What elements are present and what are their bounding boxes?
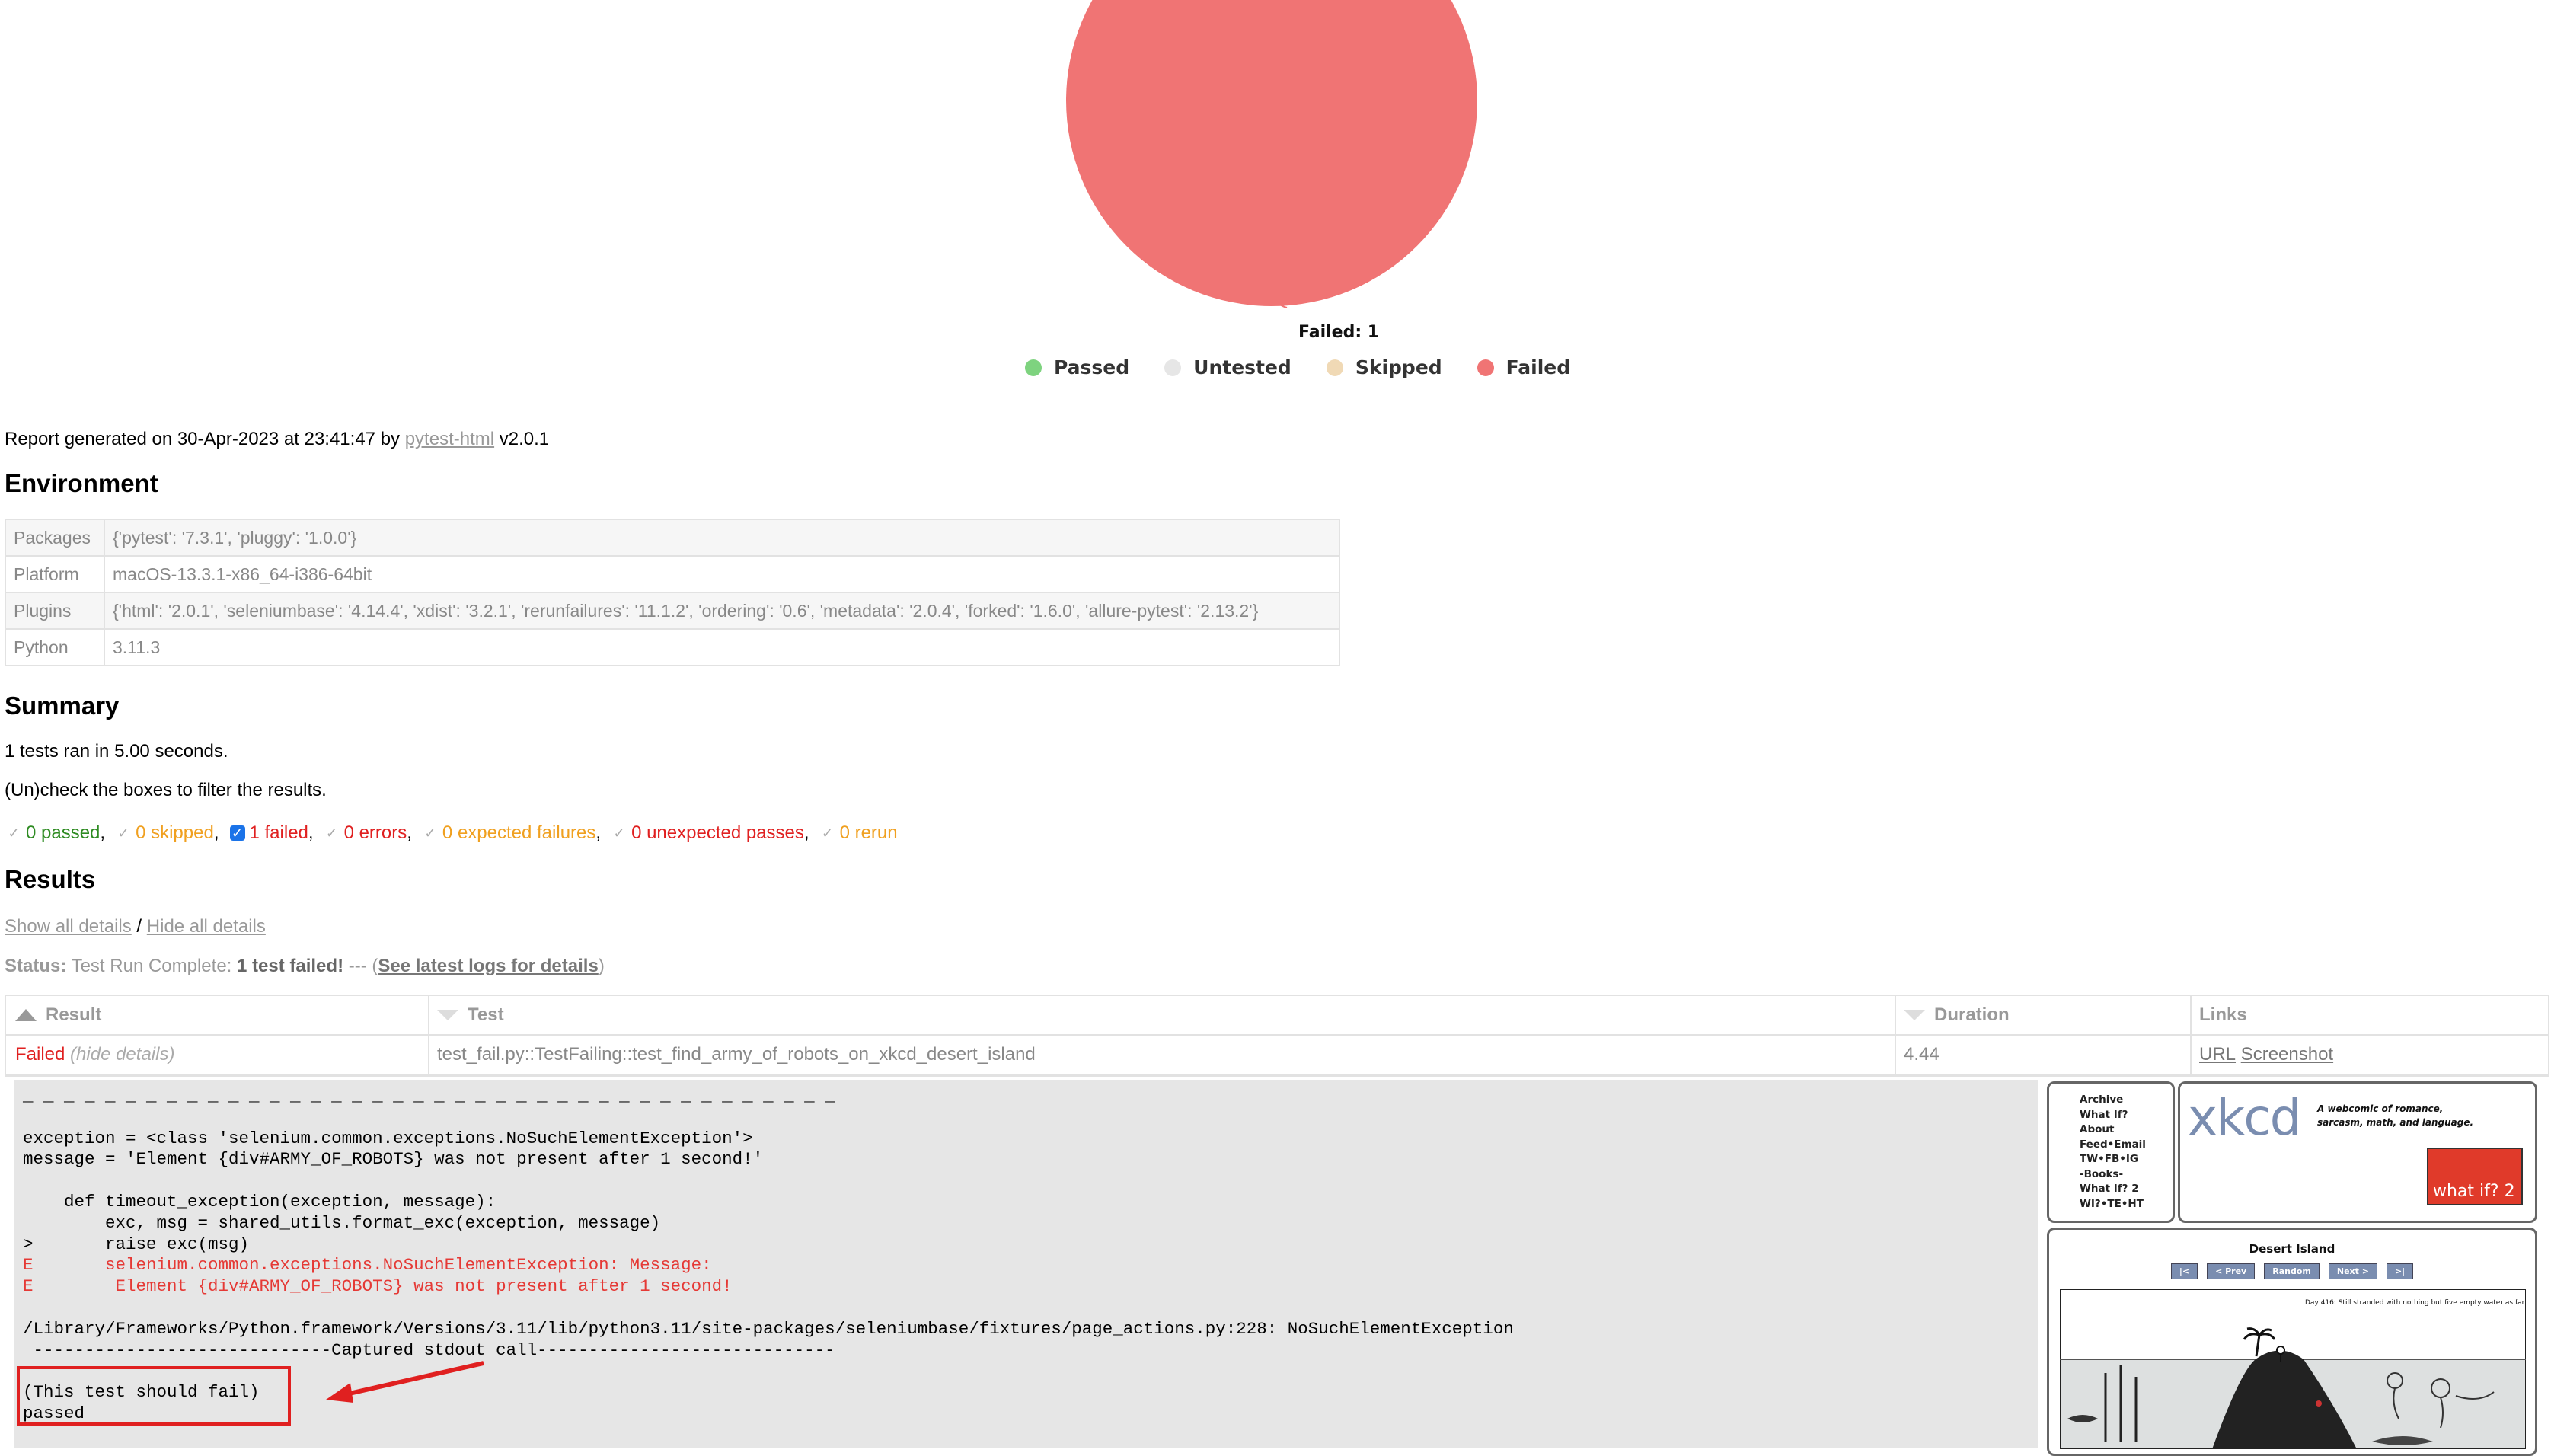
env-key: Plugins [5, 592, 105, 630]
env-row-plugins: Plugins {'html': '2.0.1', 'seleniumbase':… [5, 592, 1340, 630]
summary-hint-text: (Un)check the boxes to filter the result… [5, 780, 327, 800]
legend-dot-icon [1326, 359, 1343, 376]
column-header-result[interactable]: Result [6, 996, 429, 1034]
env-row-packages: Packages {'pytest': '7.3.1', 'pluggy': '1… [5, 519, 1340, 557]
show-all-details-link[interactable]: Show all details [5, 916, 132, 937]
env-value: 3.11.3 [104, 628, 1340, 666]
comic-nav-buttons: |< < Prev Random Next > >| [2049, 1263, 2535, 1279]
xkcd-tagline: A webcomic of romance, sarcasm, math, an… [2317, 1103, 2474, 1128]
legend-dot-icon [1477, 359, 1494, 376]
pie-chart [1066, 0, 1477, 308]
environment-table: Packages {'pytest': '7.3.1', 'pluggy': '1… [5, 519, 1340, 666]
env-row-python: Python 3.11.3 [5, 628, 1340, 666]
sort-desc-icon [1904, 1010, 1925, 1020]
summary-ran-text: 1 tests ran in 5.00 seconds. [5, 741, 228, 762]
filter-xpassed-checkbox[interactable]: ✓ [611, 825, 627, 841]
column-header-links: Links [2199, 1004, 2247, 1025]
result-status: Failed [15, 1044, 65, 1065]
results-header-row: Result Test Duration Links [6, 996, 2548, 1036]
comic-panel: Day 416: Still stranded with nothing but… [2060, 1289, 2526, 1449]
results-table: Result Test Duration Links Failed (hide … [5, 995, 2549, 1077]
legend-item-failed[interactable]: Failed [1477, 356, 1570, 378]
filter-rerun-label: 0 rerun [839, 822, 898, 843]
sort-desc-icon [437, 1010, 458, 1020]
filter-skipped-checkbox[interactable]: ✓ [116, 825, 131, 841]
pie-slice-failed[interactable] [1066, 0, 1477, 306]
env-value: {'pytest': '7.3.1', 'pluggy': '1.0.0'} [104, 519, 1340, 557]
filter-xpassed-label: 0 unexpected passes [631, 822, 804, 843]
report-generated-line: Report generated on 30-Apr-2023 at 23:41… [5, 429, 550, 449]
sort-asc-icon [15, 1009, 37, 1021]
filter-failed-label: 1 failed [249, 822, 308, 843]
xkcd-nav: Archive What If? About Feed•Email TW•FB•IG -B… [2080, 1094, 2146, 1210]
environment-heading: Environment [5, 469, 158, 497]
filter-rerun-checkbox[interactable]: ✓ [820, 825, 835, 841]
env-key: Platform [5, 555, 105, 593]
url-link[interactable]: URL [2199, 1044, 2236, 1065]
filter-failed-checkbox[interactable]: ✓ [229, 825, 245, 841]
test-name-cell: test_fail.py::TestFailing::test_find_arm… [429, 1036, 1896, 1074]
env-value: macOS-13.3.1-x86_64-i386-64bit [104, 555, 1340, 593]
legend-item-untested[interactable]: Untested [1164, 356, 1291, 378]
filter-xfailed-label: 0 expected failures [442, 822, 596, 843]
table-row: Failed (hide details) test_fail.py::Test… [6, 1036, 2548, 1075]
xkcd-logo: xkcd [2188, 1088, 2301, 1147]
legend-dot-icon [1025, 359, 1042, 376]
annotation-arrow-icon [326, 1361, 484, 1403]
latest-logs-link[interactable]: See latest logs for details [378, 956, 598, 976]
failure-log-panel: _ _ _ _ _ _ _ _ _ _ _ _ _ _ _ _ _ _ _ _ … [14, 1080, 2038, 1448]
xkcd-nav-box: Archive What If? About Feed•Email TW•FB•IG -B… [2047, 1081, 2175, 1223]
screenshot-thumbnail[interactable]: Archive What If? About Feed•Email TW•FB•IG -B… [2047, 1081, 2537, 1456]
result-filters: ✓ 0 passed, ✓ 0 skipped, ✓ 1 failed, ✓ 0 err… [6, 822, 898, 844]
chart-legend: Passed Untested Skipped Failed [1025, 356, 1605, 378]
whatif-banner: what if? 2 [2427, 1148, 2523, 1205]
screenshot-link[interactable]: Screenshot [2241, 1044, 2333, 1065]
hide-all-details-link[interactable]: Hide all details [147, 916, 266, 937]
pie-slice-label: Failed: 1 [1298, 323, 1380, 342]
results-heading: Results [5, 865, 96, 893]
filter-errors-checkbox[interactable]: ✓ [324, 825, 340, 841]
env-key: Python [5, 628, 105, 666]
legend-item-passed[interactable]: Passed [1025, 356, 1129, 378]
filter-errors-label: 0 errors [343, 822, 407, 843]
xkcd-comic-box: Desert Island |< < Prev Random Next > >| Day… [2047, 1228, 2537, 1456]
pytest-html-link[interactable]: pytest-html [405, 429, 494, 449]
result-cell: Failed (hide details) [6, 1036, 429, 1074]
column-header-test[interactable]: Test [429, 996, 1896, 1034]
status-line: Status: Test Run Complete: 1 test failed… [5, 956, 605, 976]
highlight-box [17, 1366, 291, 1426]
details-toggle: Show all details / Hide all details [5, 916, 266, 937]
legend-item-skipped[interactable]: Skipped [1326, 356, 1442, 378]
filter-xfailed-checkbox[interactable]: ✓ [423, 825, 438, 841]
comic-title: Desert Island [2249, 1242, 2335, 1256]
legend-dot-icon [1164, 359, 1182, 376]
hide-details-toggle[interactable]: (hide details) [70, 1044, 174, 1065]
summary-heading: Summary [5, 691, 120, 720]
column-header-duration[interactable]: Duration [1896, 996, 2192, 1034]
xkcd-header-box: xkcd A webcomic of romance, sarcasm, mat… [2178, 1081, 2537, 1223]
env-row-platform: Platform macOS-13.3.1-x86_64-i386-64bit [5, 555, 1340, 593]
env-key: Packages [5, 519, 105, 557]
svg-text:Day 416: Still stranded with n: Day 416: Still stranded with nothing but… [2305, 1299, 2526, 1307]
duration-cell: 4.44 [1896, 1036, 2192, 1074]
links-cell: URL Screenshot [2192, 1036, 2548, 1074]
filter-passed-label: 0 passed [26, 822, 101, 843]
filter-skipped-label: 0 skipped [136, 822, 214, 843]
filter-passed-checkbox[interactable]: ✓ [6, 825, 21, 841]
env-value: {'html': '2.0.1', 'seleniumbase': '4.14.… [104, 592, 1340, 630]
